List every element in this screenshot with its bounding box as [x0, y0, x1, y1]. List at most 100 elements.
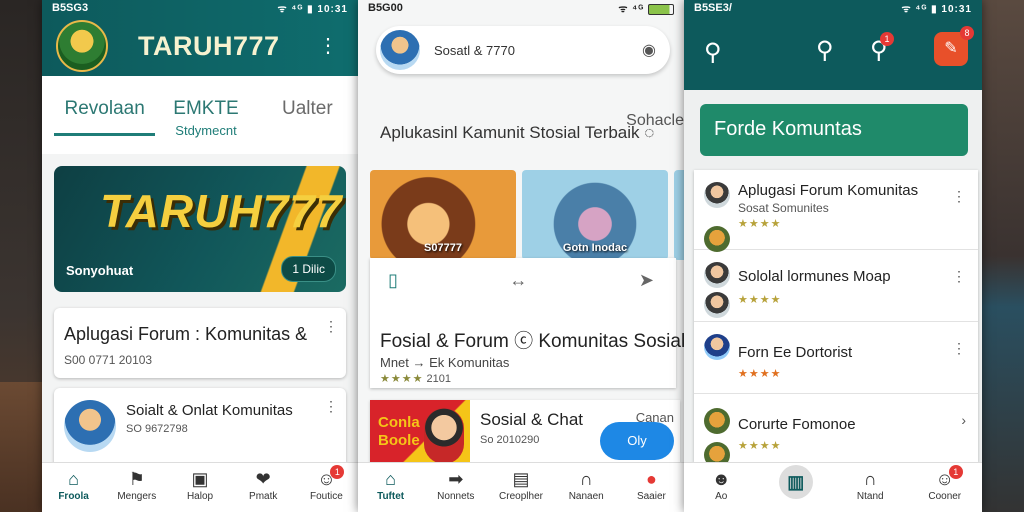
share-icon[interactable]: ↔	[509, 270, 527, 304]
forum-community-button[interactable]: Forde Komuntas	[700, 104, 968, 156]
status-carrier: B5SE3/	[694, 2, 732, 14]
nav-item-mengers[interactable]: ⚑ Mengers	[105, 463, 168, 512]
thumbnail-card[interactable]: S07777	[370, 170, 516, 260]
banner-button[interactable]: 1 Dilic	[281, 256, 336, 282]
status-bar: B5G00 ᯤ ⁴ᴳ	[358, 0, 684, 16]
avatar	[704, 226, 730, 252]
avatar	[64, 400, 116, 452]
avatar	[704, 334, 730, 360]
item-subtitle: SO 9672798	[126, 423, 188, 435]
item-menu-icon[interactable]: ⋮	[952, 340, 966, 357]
item-menu-icon[interactable]: ⋮	[324, 319, 338, 333]
app-detail-card[interactable]: ▯ ↔ ➤ Fosial & Forum ⓒ Komunitas Sosial …	[370, 258, 684, 388]
item-title: Forn Ee Dortorist	[738, 344, 853, 361]
media-icon: ▣	[191, 469, 209, 489]
nav-item-saaier[interactable]: ● Saaier	[619, 463, 684, 512]
notification-search-icon[interactable]: ⚲ 1	[870, 32, 894, 65]
thumbnail-card[interactable]: Gotn Inodac	[522, 170, 668, 260]
item-subtitle: Sosat Somunites	[738, 201, 829, 215]
tab-revolaan[interactable]: Revolaan	[54, 98, 156, 136]
list-item[interactable]: Forn Ee Dortorist ★★★★ ⋮	[694, 322, 978, 394]
battery-icon	[648, 3, 674, 15]
section-heading-right[interactable]: Sohacle	[626, 112, 684, 130]
card-rating: ★★★★ 2101	[370, 370, 676, 385]
banner-title: TARUH777	[100, 185, 343, 237]
item-menu-icon[interactable]: ⋮	[324, 399, 338, 413]
nav-item-home[interactable]: ⌂ Tuftet	[358, 463, 423, 512]
nav-item-home[interactable]: ⌂ Froola	[42, 463, 105, 512]
list-item[interactable]: Soialt & Onlat Komunitas SO 9672798 ⋮	[54, 388, 346, 468]
nav-item-creoplher[interactable]: ▤ Creoplher	[488, 463, 553, 512]
phone-icon[interactable]: ▯	[388, 270, 398, 304]
nav-label: Ao	[715, 491, 728, 502]
nav-item-foutice[interactable]: ☺ Foutice 1	[295, 463, 358, 512]
list-item[interactable]: Corurte Fomonoe ★★★★ ›	[694, 394, 978, 468]
rating-text: 2101	[426, 373, 451, 385]
nav-item-nonnets[interactable]: ➡ Nonnets	[423, 463, 488, 512]
nav-item-book[interactable]: ▥	[759, 463, 834, 512]
nav-item-nanaen[interactable]: ∩ Nanaen	[554, 463, 619, 512]
record-icon: ●	[645, 469, 657, 489]
open-button[interactable]: Oly	[600, 422, 674, 460]
nav-label: Pmatk	[249, 491, 278, 502]
promo-banner[interactable]: TARUH777 Sonyohuat 1 Dilic	[54, 166, 346, 292]
mic-icon[interactable]: ◉	[642, 40, 656, 60]
chat-title: Sosial & Chat	[480, 410, 583, 429]
thumbnail-card-partial[interactable]	[674, 170, 684, 260]
tab-label: Ualter	[281, 98, 333, 119]
nav-label: Tuftet	[377, 491, 405, 502]
list-item[interactable]: Sololal lormunes Moap ★★★★ ⋮	[694, 250, 978, 322]
card-subtitle: Mnet → Ek Komunitas	[380, 355, 510, 370]
search-input[interactable]: Sosatl & 7770	[434, 43, 642, 58]
avatar	[704, 292, 730, 318]
tile-text: Boole	[378, 432, 420, 449]
phone-home-screen: B5SG3 ᯤ ⁴ᴳ ▮ 10:31 TARUH777 ⋮ Revolaan E…	[42, 0, 358, 512]
item-menu-icon[interactable]: ⋮	[952, 268, 966, 285]
banner-label: Sonyohuat	[66, 263, 134, 278]
bookmark-icon: ∩	[863, 469, 877, 489]
avatar	[424, 408, 464, 464]
rating-stars: ★★★★	[738, 294, 782, 306]
item-title: Soialt & Onlat Komunitas	[126, 402, 293, 419]
tab-emkte[interactable]: EMKTE Stdymecnt	[155, 98, 256, 154]
overflow-menu-icon[interactable]: ⋮	[318, 36, 338, 56]
avatar[interactable]	[380, 30, 420, 70]
nav-label: Creoplher	[499, 491, 543, 502]
app-header: B5SE3/ ᯤ ⁴ᴳ ▮ 10:31 ⚲ ⚲ ⚲ 1 ✎ 8	[684, 0, 982, 90]
notification-badge: 8	[960, 26, 974, 40]
item-menu-icon[interactable]: ⋮	[952, 188, 966, 205]
edit-icon[interactable]: ✎ 8	[934, 26, 974, 66]
phone-forum-screen: B5SE3/ ᯤ ⁴ᴳ ▮ 10:31 ⚲ ⚲ ⚲ 1 ✎ 8 Forde Komu…	[684, 0, 982, 512]
forum-icon: ➡	[448, 469, 464, 489]
chat-icon: ❤	[255, 469, 271, 489]
list-item[interactable]: Aplugasi Forum Komunitas Sosat Somunites…	[694, 170, 978, 252]
tab-ualter[interactable]: Ualter	[257, 98, 358, 154]
nav-label: Nanaen	[568, 491, 604, 502]
bottom-navigation: ☻ Ao ▥ ∩ Ntand ☺ Cooner 1	[684, 462, 982, 512]
search-icon[interactable]: ⚲	[816, 36, 834, 65]
rating-stars: ★★★★	[738, 218, 782, 230]
nav-label: Saaier	[636, 491, 666, 502]
bottom-navigation: ⌂ Froola ⚑ Mengers ▣ Halop ❤ Pmatk ☺ Foutice 1	[42, 462, 358, 512]
nav-item-ao[interactable]: ☻ Ao	[684, 463, 759, 512]
rating-stars: ★★★★	[738, 440, 782, 452]
nav-label: Froola	[58, 491, 89, 502]
status-carrier: B5SG3	[52, 2, 89, 14]
app-header: B5SG3 ᯤ ⁴ᴳ ▮ 10:31 TARUH777 ⋮	[42, 0, 358, 76]
tab-sublabel: Stdymecnt	[175, 123, 237, 138]
bottom-navigation: ⌂ Tuftet ➡ Nonnets ▤ Creoplher ∩ Nanaen ● Saa…	[358, 462, 684, 512]
status-bar: B5SE3/ ᯤ ⁴ᴳ ▮ 10:31	[684, 0, 982, 16]
background-edge	[982, 0, 1024, 512]
forward-icon[interactable]: ➤	[639, 270, 654, 304]
search-bar[interactable]: Sosatl & 7770 ◉	[376, 26, 670, 74]
list-item[interactable]: Aplugasi Forum : Komunitas & S00 0771 20…	[54, 308, 346, 378]
chevron-right-icon[interactable]: ›	[961, 412, 966, 428]
nav-item-ntand[interactable]: ∩ Ntand	[833, 463, 908, 512]
nav-item-pmatk[interactable]: ❤ Pmatk	[232, 463, 295, 512]
search-icon[interactable]: ⚲	[704, 38, 722, 67]
nav-item-cooner[interactable]: ☺ Cooner 1	[908, 463, 983, 512]
nav-item-halop[interactable]: ▣ Halop	[168, 463, 231, 512]
people-icon: ⚑	[128, 469, 145, 489]
item-title: Corurte Fomonoe	[738, 416, 856, 433]
status-carrier: B5G00	[368, 2, 403, 14]
